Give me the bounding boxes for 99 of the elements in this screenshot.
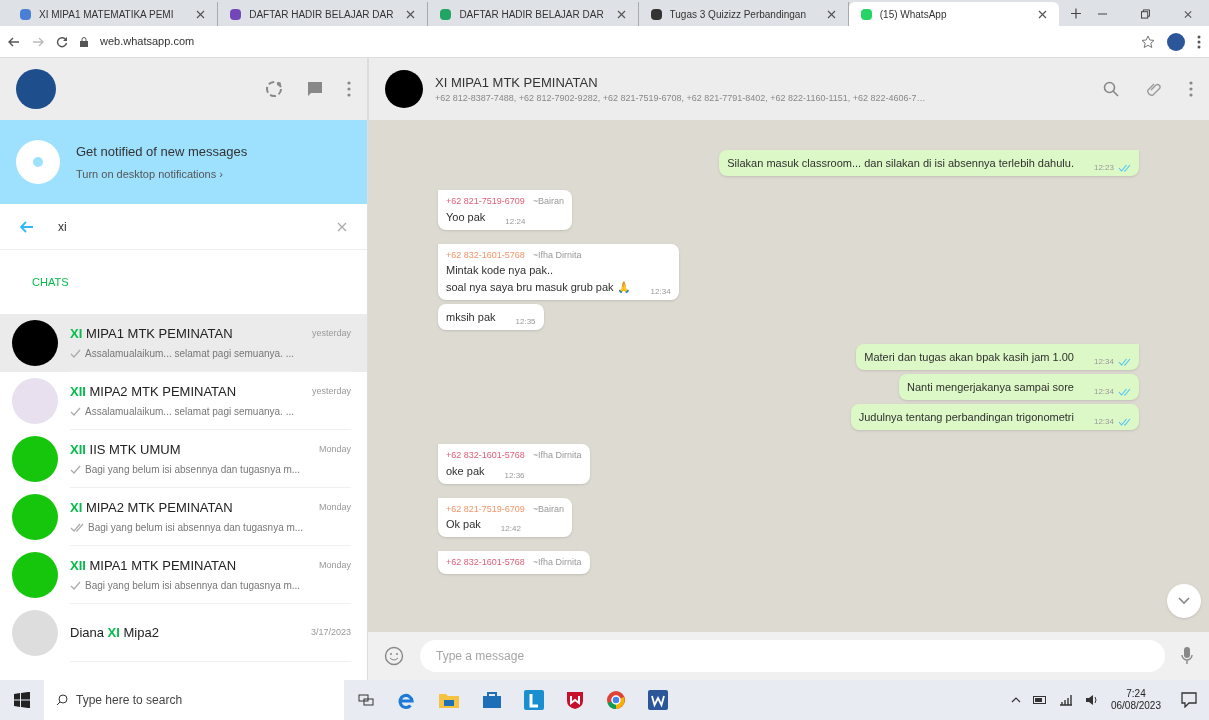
chat-preview: Bagi yang belum isi absennya dan tugasnya m... bbox=[88, 521, 304, 536]
message-text: Materi dan tugas akan bpak kasih jam 1.00 bbox=[864, 350, 1074, 365]
message-time: 12:42 bbox=[500, 523, 521, 535]
notification-title: Get notified of new messages bbox=[76, 143, 248, 161]
chat-time: 3/17/2023 bbox=[310, 625, 351, 639]
user-avatar[interactable] bbox=[16, 69, 56, 109]
message-text: oke pak bbox=[446, 463, 485, 479]
sender-name: ~Ifha Dirnita bbox=[532, 556, 582, 569]
notification-center-icon[interactable] bbox=[1181, 692, 1197, 708]
search-icon bbox=[56, 694, 68, 706]
start-icon[interactable] bbox=[14, 692, 30, 708]
address-bar[interactable]: web.whatsapp.com bbox=[100, 33, 1129, 50]
message-time: 12:35 bbox=[515, 316, 536, 328]
chat-time: yesterday bbox=[311, 326, 351, 340]
sender-number: +62 832-1601-5768 bbox=[446, 556, 525, 569]
back-icon[interactable] bbox=[8, 36, 20, 47]
message-text: Silakan masuk classroom... dan silakan di isi absennya terlebih dahulu. bbox=[727, 156, 1074, 171]
chat-name: XI MIPA2 MTK PEMINATAN bbox=[70, 498, 234, 517]
chat-name: Diana XI Mipa2 bbox=[70, 623, 160, 642]
sender-name: ~Ifha Dirnita bbox=[532, 449, 582, 462]
shield-icon[interactable] bbox=[566, 690, 584, 710]
search-field[interactable]: xi bbox=[58, 217, 313, 236]
double-check-icon bbox=[1118, 164, 1131, 172]
tab-close-icon[interactable] bbox=[616, 9, 626, 19]
message-text: Mintak kode nya pak.. soal nya saya bru masuk grub pak 🙏 bbox=[446, 263, 631, 295]
paperclip-icon[interactable] bbox=[1147, 81, 1161, 97]
tab-close-icon[interactable] bbox=[196, 9, 206, 19]
double-check-icon bbox=[1118, 418, 1131, 426]
profile-avatar[interactable] bbox=[1167, 32, 1185, 51]
chat-time: yesterday bbox=[311, 384, 351, 398]
chat-preview: Assalamualaikum... selamat pagi semuanya. ... bbox=[85, 347, 294, 362]
chat-name: XI MIPA1 MTK PEMINATAN bbox=[70, 324, 234, 343]
message-time: 12:36 bbox=[504, 469, 525, 482]
message-time: 12:23 bbox=[1093, 162, 1114, 174]
section-label: CHATS bbox=[32, 274, 69, 290]
store-bag-icon[interactable] bbox=[482, 691, 502, 709]
clock-time[interactable]: 7:24 bbox=[1126, 687, 1146, 700]
status-icon[interactable] bbox=[265, 80, 283, 98]
lock-icon bbox=[80, 36, 88, 47]
sender-name: ~Ifha Dirnita bbox=[532, 248, 582, 262]
chat-title[interactable]: XI MIPA1 MTK PEMINATAN bbox=[435, 72, 1075, 92]
notification-link[interactable]: Turn on desktop notifications › bbox=[76, 165, 248, 182]
speaker-icon[interactable] bbox=[1084, 694, 1099, 706]
close-icon[interactable] bbox=[1183, 10, 1192, 19]
chevron-down-icon bbox=[1178, 597, 1190, 605]
microphone-icon[interactable] bbox=[1181, 646, 1193, 666]
member-list: +62 812-8387-7488, +62 812-7902-9282, +62 821-7519-6708, +62 821-7791-8402, +62 822-1160-1151, +62 822-4606-7… bbox=[435, 92, 1075, 106]
message-time: 12:34 bbox=[650, 286, 671, 298]
task-view-icon[interactable] bbox=[358, 693, 374, 707]
tab-close-icon[interactable] bbox=[406, 9, 416, 19]
double-check-icon bbox=[1118, 358, 1131, 366]
tab-close-icon[interactable] bbox=[1037, 9, 1047, 19]
emoji-icon[interactable] bbox=[384, 646, 404, 666]
chat-preview: Assalamualaikum... selamat pagi semuanya. ... bbox=[85, 405, 294, 420]
message-time: 12:34 bbox=[1093, 416, 1114, 428]
letter-l-tile-icon[interactable] bbox=[524, 690, 544, 710]
reload-icon[interactable] bbox=[56, 35, 68, 48]
taskbar-search-field[interactable]: Type here to search bbox=[44, 680, 344, 720]
chat-name: XII MIPA2 MTK PEMINATAN bbox=[70, 382, 238, 401]
search-icon[interactable] bbox=[1103, 81, 1119, 97]
network-icon[interactable] bbox=[1058, 694, 1073, 706]
document-w-icon[interactable] bbox=[648, 690, 668, 710]
chat-time: Monday bbox=[318, 558, 351, 572]
message-time: 12:24 bbox=[505, 215, 526, 228]
message-time: 12:34 bbox=[1093, 386, 1114, 398]
sender-name: ~Bairan bbox=[532, 502, 565, 516]
chat-name: XII MIPA1 MTK PEMINATAN bbox=[70, 556, 238, 575]
maximize-icon[interactable] bbox=[1140, 9, 1150, 19]
chat-name: XII IIS MTK UMUM bbox=[70, 440, 182, 459]
message-text: Yoo pak bbox=[446, 209, 486, 225]
chat-time: Monday bbox=[318, 442, 351, 456]
group-avatar[interactable] bbox=[385, 70, 423, 108]
new-tab-icon[interactable] bbox=[1070, 8, 1081, 19]
chat-list-item[interactable]: XI MIPA1 MTK PEMINATAN yesterday Assalamualaikum... selamat pagi semuanya. ... bbox=[0, 314, 367, 372]
sender-number: +62 832-1601-5768 bbox=[446, 248, 525, 262]
tab-close-icon[interactable] bbox=[826, 9, 836, 19]
message-input[interactable]: Type a message bbox=[420, 640, 1165, 672]
battery-icon[interactable] bbox=[1032, 696, 1047, 704]
message-text: Nanti mengerjakanya sampai sore bbox=[907, 380, 1074, 395]
message-text: Ok pak bbox=[446, 517, 481, 532]
sender-number: +62 832-1601-5768 bbox=[446, 449, 525, 462]
chevron-up-icon[interactable] bbox=[1010, 697, 1021, 703]
browser-tab[interactable]: (15) WhatsApp bbox=[848, 2, 1059, 26]
chat-icon[interactable] bbox=[307, 81, 323, 97]
star-icon[interactable] bbox=[1141, 34, 1155, 49]
chat-preview: Bagi yang belum isi absennya dan tugasnya m... bbox=[85, 579, 301, 594]
double-check-icon bbox=[1118, 388, 1131, 396]
sender-number: +62 821-7519-6709 bbox=[446, 502, 525, 516]
chat-preview: Bagi yang belum isi absennya dan tugasnya m... bbox=[85, 463, 301, 478]
chat-time: Monday bbox=[318, 500, 351, 514]
message-text: Judulnya tentang perbandingan trigonometri bbox=[858, 410, 1074, 425]
message-time: 12:34 bbox=[1093, 356, 1114, 368]
sender-name: ~Bairan bbox=[532, 195, 565, 208]
clock-date[interactable]: 06/08/2023 bbox=[1110, 700, 1161, 713]
menu-icon[interactable] bbox=[1197, 34, 1201, 49]
sender-number: +62 821-7519-6709 bbox=[446, 195, 525, 208]
folder-icon[interactable] bbox=[438, 691, 460, 709]
chrome-icon[interactable] bbox=[606, 690, 626, 710]
message-text: mksih pak bbox=[446, 310, 496, 325]
